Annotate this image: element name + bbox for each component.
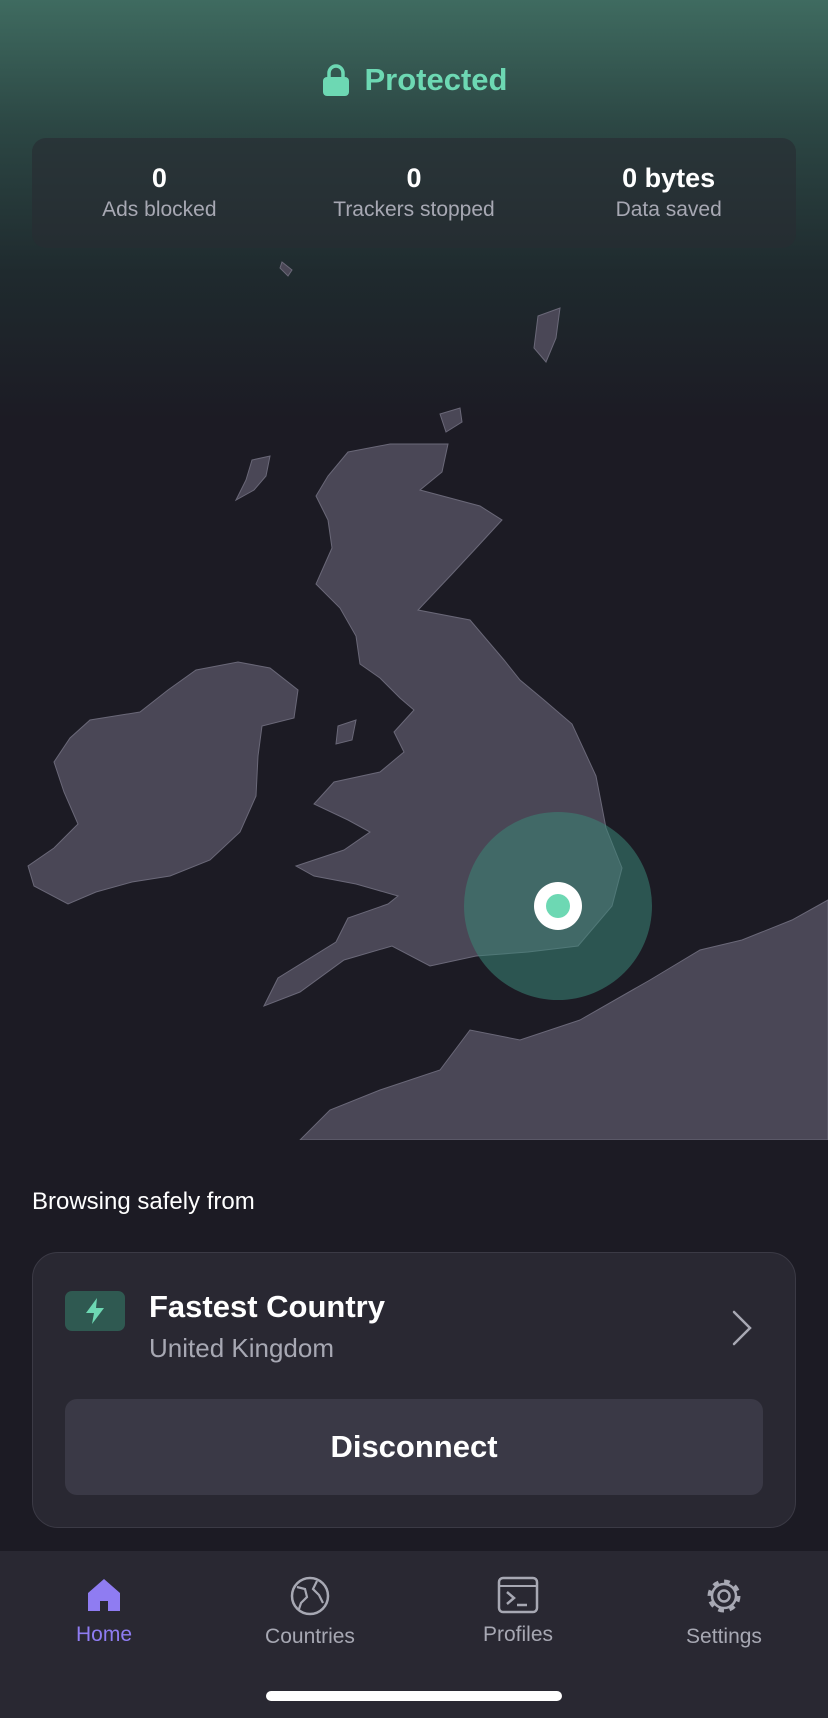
stat-value: 0 bbox=[151, 163, 167, 193]
disconnect-button[interactable]: Disconnect bbox=[65, 1399, 763, 1495]
home-indicator[interactable] bbox=[266, 1691, 562, 1701]
tab-settings[interactable]: Settings bbox=[634, 1565, 814, 1665]
stat-label: Ads blocked bbox=[102, 198, 217, 221]
map-ireland bbox=[27, 661, 299, 905]
tab-label: Countries bbox=[265, 1625, 355, 1648]
tab-label: Settings bbox=[686, 1625, 762, 1648]
stat-value: 0 bbox=[406, 163, 422, 193]
stat-data-saved: 0 bytes Data saved bbox=[541, 161, 796, 225]
tab-label: Profiles bbox=[482, 1623, 554, 1646]
stat-trackers-stopped: 0 Trackers stopped bbox=[287, 161, 542, 225]
lock-icon bbox=[322, 64, 349, 96]
server-icon-box bbox=[65, 1291, 125, 1331]
gear-icon bbox=[707, 1579, 741, 1613]
map-shetland bbox=[533, 307, 561, 363]
server-card[interactable]: Fastest Country United Kingdom Disconnec… bbox=[32, 1252, 796, 1528]
map-isle-of-man bbox=[335, 719, 357, 745]
map-island-small bbox=[279, 261, 293, 277]
browsing-label: Browsing safely from bbox=[32, 1188, 255, 1215]
map-orkney bbox=[439, 407, 463, 433]
stat-label: Trackers stopped bbox=[333, 198, 495, 221]
world-map[interactable] bbox=[0, 240, 828, 1140]
tab-profiles[interactable]: Profiles bbox=[428, 1565, 608, 1665]
stat-ads-blocked: 0 Ads blocked bbox=[32, 161, 287, 225]
terminal-icon bbox=[497, 1576, 539, 1614]
chevron-right-icon[interactable] bbox=[731, 1309, 753, 1347]
location-pin-dot bbox=[546, 894, 570, 918]
home-icon bbox=[88, 1579, 120, 1611]
location-marker[interactable] bbox=[464, 812, 652, 1000]
connection-status: Protected bbox=[0, 56, 828, 104]
server-name: Fastest Country bbox=[149, 1289, 385, 1324]
stat-label: Data saved bbox=[615, 198, 722, 221]
globe-icon bbox=[290, 1576, 330, 1616]
tab-countries[interactable]: Countries bbox=[220, 1565, 400, 1665]
status-text: Protected bbox=[364, 62, 508, 97]
stats-card: 0 Ads blocked 0 Trackers stopped 0 bytes… bbox=[32, 138, 796, 248]
tab-label: Home bbox=[75, 1623, 133, 1646]
server-country: United Kingdom bbox=[149, 1333, 334, 1363]
bolt-icon bbox=[86, 1298, 104, 1324]
stat-value: 0 bytes bbox=[622, 163, 716, 193]
map-hebrides bbox=[234, 455, 271, 502]
tab-home[interactable]: Home bbox=[14, 1565, 194, 1665]
